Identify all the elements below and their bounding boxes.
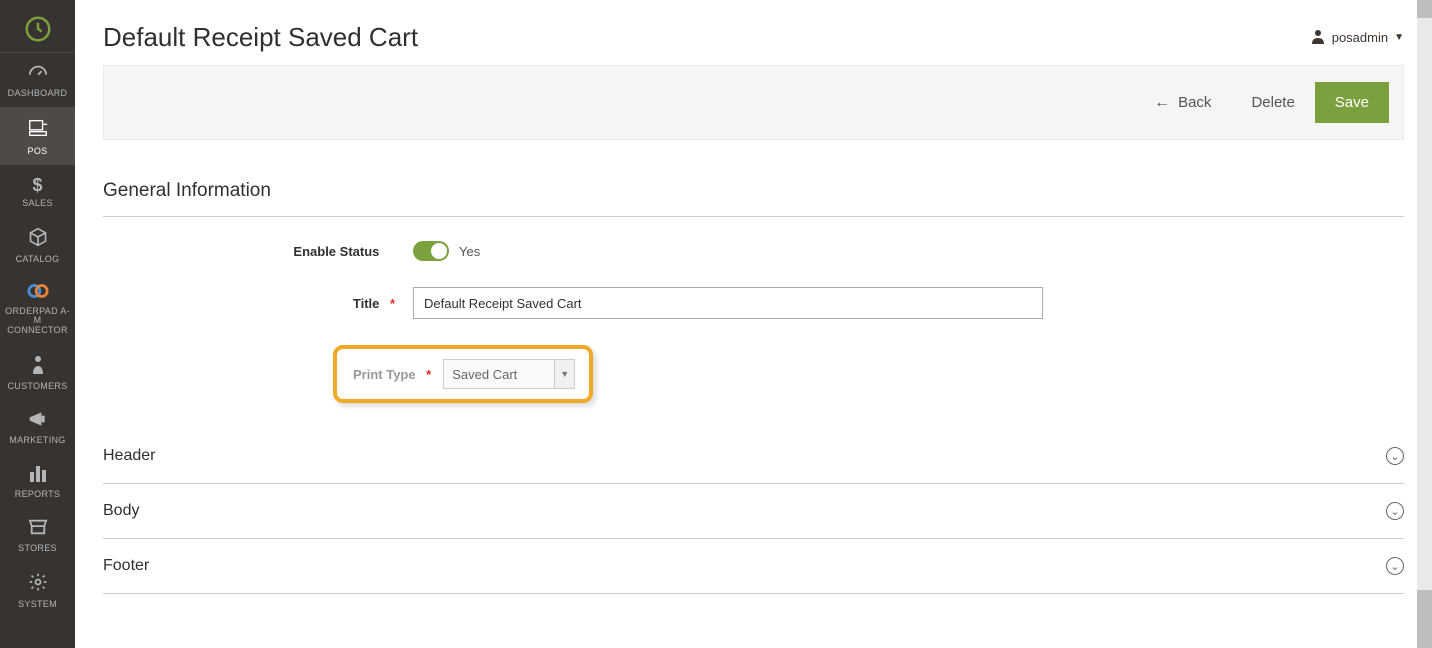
megaphone-icon — [28, 410, 48, 433]
sidebar-item-label: REPORTS — [15, 490, 60, 500]
back-button[interactable]: ← Back — [1134, 84, 1231, 122]
enable-status-toggle[interactable] — [413, 241, 449, 261]
brand-logo — [0, 0, 75, 53]
sidebar-item-customers[interactable]: CUSTOMERS — [0, 344, 75, 400]
accordion-title: Footer — [103, 557, 149, 575]
enable-status-label: Enable Status — [293, 244, 379, 259]
sidebar-item-label: POS — [28, 147, 48, 157]
delete-label: Delete — [1251, 94, 1294, 111]
arrow-left-icon: ← — [1154, 94, 1170, 112]
accordion-title: Body — [103, 502, 139, 520]
sidebar-item-catalog[interactable]: CATALOG — [0, 217, 75, 273]
gauge-icon — [27, 63, 49, 86]
accordion-title: Header — [103, 447, 155, 465]
required-indicator: * — [387, 296, 395, 311]
scroll-up-button[interactable] — [1417, 0, 1432, 18]
sidebar-item-pos[interactable]: POS — [0, 107, 75, 165]
expand-icon: ⌄ — [1386, 502, 1404, 520]
scrollbar-track — [1417, 0, 1432, 648]
save-button[interactable]: Save — [1315, 82, 1389, 123]
accordion-header[interactable]: Header ⌄ — [103, 429, 1404, 484]
sidebar-item-label: STORES — [18, 544, 57, 554]
required-indicator: * — [423, 367, 431, 382]
user-account-menu[interactable]: posadmin ▼ — [1310, 28, 1404, 47]
scrollbar-thumb[interactable] — [1417, 590, 1432, 630]
main-content: Default Receipt Saved Cart posadmin ▼ ← … — [75, 0, 1432, 648]
action-toolbar: ← Back Delete Save — [103, 65, 1404, 140]
toggle-knob — [431, 243, 447, 259]
gear-icon — [28, 572, 48, 597]
sidebar-item-label: DASHBOARD — [8, 89, 68, 99]
scroll-down-button[interactable] — [1417, 630, 1432, 648]
person-icon — [31, 354, 45, 379]
expand-icon: ⌄ — [1386, 557, 1404, 575]
sidebar-item-stores[interactable]: STORES — [0, 508, 75, 562]
title-input[interactable] — [413, 287, 1043, 319]
page-title: Default Receipt Saved Cart — [103, 22, 418, 53]
register-icon — [26, 117, 50, 144]
sidebar-item-label: CATALOG — [16, 255, 60, 265]
accordion-body[interactable]: Body ⌄ — [103, 484, 1404, 539]
sidebar-item-dashboard[interactable]: DASHBOARD — [0, 53, 75, 107]
user-icon — [1310, 28, 1326, 47]
sidebar-item-label: CUSTOMERS — [7, 382, 67, 392]
title-label: Title — [353, 296, 380, 311]
sidebar-item-sales[interactable]: $ SALES — [0, 165, 75, 217]
sidebar-item-label: MARKETING — [9, 436, 65, 446]
box-icon — [28, 227, 48, 252]
sidebar-item-label: SALES — [22, 199, 53, 209]
user-name: posadmin — [1332, 30, 1388, 45]
expand-icon: ⌄ — [1386, 447, 1404, 465]
sidebar-item-label: SYSTEM — [18, 600, 57, 610]
sidebar-item-system[interactable]: SYSTEM — [0, 562, 75, 618]
print-type-highlight: Print Type * Saved Cart ▼ — [333, 345, 593, 403]
print-type-select[interactable]: Saved Cart ▼ — [443, 359, 575, 389]
bar-chart-icon — [28, 464, 48, 487]
sidebar-item-label: ORDERPAD A-M CONNECTOR — [2, 307, 73, 337]
delete-button[interactable]: Delete — [1231, 84, 1314, 121]
caret-down-icon: ▼ — [1394, 32, 1404, 43]
enable-status-value: Yes — [459, 244, 480, 259]
sidebar: DASHBOARD POS $ SALES CATALOG ORDERPAD A… — [0, 0, 75, 648]
sidebar-item-orderpad[interactable]: ORDERPAD A-M CONNECTOR — [0, 273, 75, 345]
print-type-value: Saved Cart — [444, 360, 554, 388]
back-label: Back — [1178, 94, 1211, 111]
section-title-general: General Information — [103, 180, 1404, 217]
accordion-footer[interactable]: Footer ⌄ — [103, 539, 1404, 594]
print-type-label: Print Type — [353, 367, 416, 382]
link-icon — [27, 283, 49, 304]
sidebar-item-marketing[interactable]: MARKETING — [0, 400, 75, 454]
chevron-down-icon[interactable]: ▼ — [554, 360, 574, 388]
sidebar-item-reports[interactable]: REPORTS — [0, 454, 75, 508]
store-icon — [27, 518, 49, 541]
dollar-icon: $ — [32, 175, 42, 196]
